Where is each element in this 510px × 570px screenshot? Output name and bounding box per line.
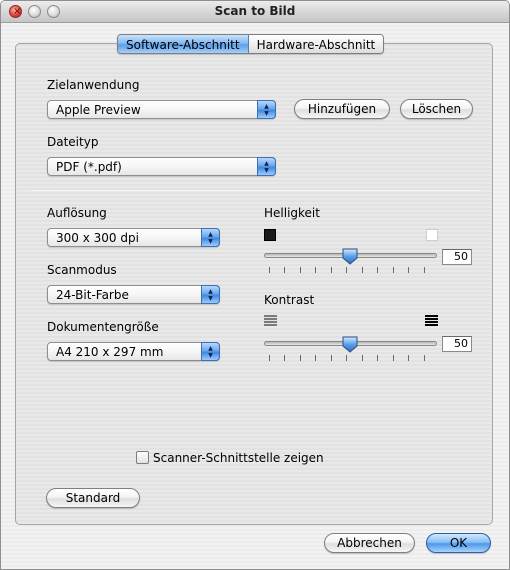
tab-bar: Software-Abschnitt Hardware-Abschnitt — [117, 34, 385, 54]
tab-hardware[interactable]: Hardware-Abschnitt — [248, 35, 384, 53]
scan-mode-popup[interactable]: 24-Bit-Farbe ▲ ▼ — [47, 285, 220, 304]
document-size-value: A4 210 x 297 mm — [56, 345, 164, 359]
contrast-label: Kontrast — [264, 293, 315, 307]
cancel-button[interactable]: Abbrechen — [324, 533, 415, 553]
scanner-interface-checkbox[interactable] — [136, 451, 149, 464]
scan-mode-value: 24-Bit-Farbe — [56, 288, 129, 302]
title-bar[interactable]: × Scan to Bild — [1, 1, 509, 23]
brightness-value-field[interactable]: 50 — [442, 249, 472, 265]
tab-software[interactable]: Software-Abschnitt — [118, 35, 249, 53]
light-square-icon — [426, 229, 438, 241]
brightness-label: Helligkeit — [264, 206, 320, 220]
popup-arrows-icon: ▲ ▼ — [257, 157, 276, 176]
resolution-value: 300 x 300 dpi — [56, 231, 139, 245]
popup-arrows-icon: ▲ ▼ — [201, 228, 220, 247]
brightness-slider-thumb[interactable] — [342, 248, 358, 265]
popup-arrows-icon: ▲ ▼ — [201, 342, 220, 361]
file-type-label: Dateityp — [47, 135, 99, 149]
contrast-slider-thumb[interactable] — [342, 336, 358, 353]
popup-arrows-icon: ▲ ▼ — [201, 285, 220, 304]
resolution-popup[interactable]: 300 x 300 dpi ▲ ▼ — [47, 228, 220, 247]
delete-button[interactable]: Löschen — [400, 99, 473, 119]
dark-square-icon — [264, 229, 276, 241]
ok-button[interactable]: OK — [426, 533, 491, 553]
resolution-label: Auflösung — [47, 206, 107, 220]
target-app-popup[interactable]: Apple Preview ▲ ▼ — [47, 100, 276, 119]
low-contrast-icon — [264, 315, 277, 326]
window-title: Scan to Bild — [214, 4, 296, 18]
scan-mode-label: Scanmodus — [47, 263, 117, 277]
scanner-interface-label[interactable]: Scanner-Schnittstelle zeigen — [153, 451, 324, 465]
contrast-value-field[interactable]: 50 — [442, 336, 472, 352]
section-divider — [31, 190, 481, 191]
target-app-value: Apple Preview — [56, 103, 141, 117]
add-button[interactable]: Hinzufügen — [294, 99, 390, 119]
file-type-popup[interactable]: PDF (*.pdf) ▲ ▼ — [47, 157, 276, 176]
document-size-label: Dokumentengröße — [47, 320, 159, 334]
file-type-value: PDF (*.pdf) — [56, 160, 122, 174]
popup-arrows-icon: ▲ ▼ — [257, 100, 276, 119]
high-contrast-icon — [425, 315, 438, 326]
brightness-ticks — [269, 267, 435, 273]
standard-button[interactable]: Standard — [46, 488, 140, 508]
dialog-window: × Scan to Bild Software-Abschnitt Hardwa… — [0, 0, 510, 570]
contrast-ticks — [269, 355, 435, 361]
document-size-popup[interactable]: A4 210 x 297 mm ▲ ▼ — [47, 342, 220, 361]
target-app-label: Zielanwendung — [47, 78, 140, 92]
